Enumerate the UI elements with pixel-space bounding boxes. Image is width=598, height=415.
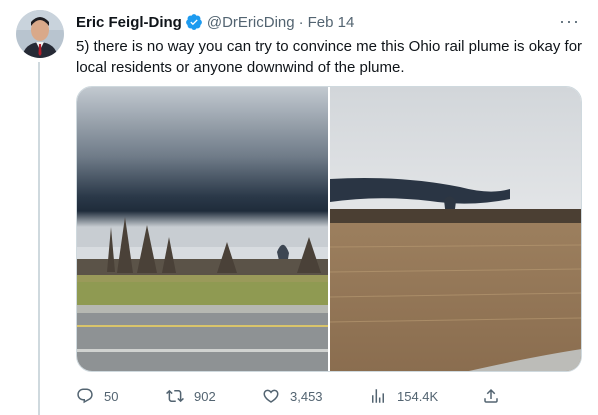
retweet-button[interactable]: 902 (166, 385, 216, 407)
like-icon (263, 389, 279, 403)
display-name[interactable]: Eric Feigl-Ding (76, 14, 182, 31)
thread-line (38, 62, 40, 415)
avatar[interactable] (16, 10, 64, 58)
like-button[interactable]: 3,453 (262, 385, 323, 407)
like-count: 3,453 (290, 388, 323, 404)
more-icon[interactable]: ··· (559, 12, 580, 30)
reply-icon (77, 388, 93, 404)
views-button[interactable]: 154.4K (369, 385, 438, 407)
timestamp[interactable]: Feb 14 (308, 14, 355, 31)
reply-button[interactable]: 50 (76, 385, 118, 407)
views-count: 154.4K (397, 388, 439, 404)
views-icon (372, 389, 384, 403)
photo-left[interactable] (77, 87, 328, 371)
media-grid[interactable] (76, 86, 582, 372)
retweet-icon (166, 389, 184, 403)
share-icon (484, 388, 498, 403)
action-bar: 50 902 3,453 154.4K (76, 385, 582, 407)
photo-right[interactable] (330, 87, 581, 371)
separator-dot: · (298, 13, 304, 31)
verified-badge-icon (185, 13, 203, 31)
tweet-text: 5) there is no way you can try to convin… (76, 38, 583, 76)
share-button[interactable] (482, 385, 500, 407)
retweet-count: 902 (194, 388, 216, 404)
tweet-header: Eric Feigl-Ding @DrEricDing · Feb 14 ··· (76, 12, 584, 32)
reply-count: 50 (104, 388, 119, 404)
handle[interactable]: @DrEricDing (207, 14, 295, 31)
